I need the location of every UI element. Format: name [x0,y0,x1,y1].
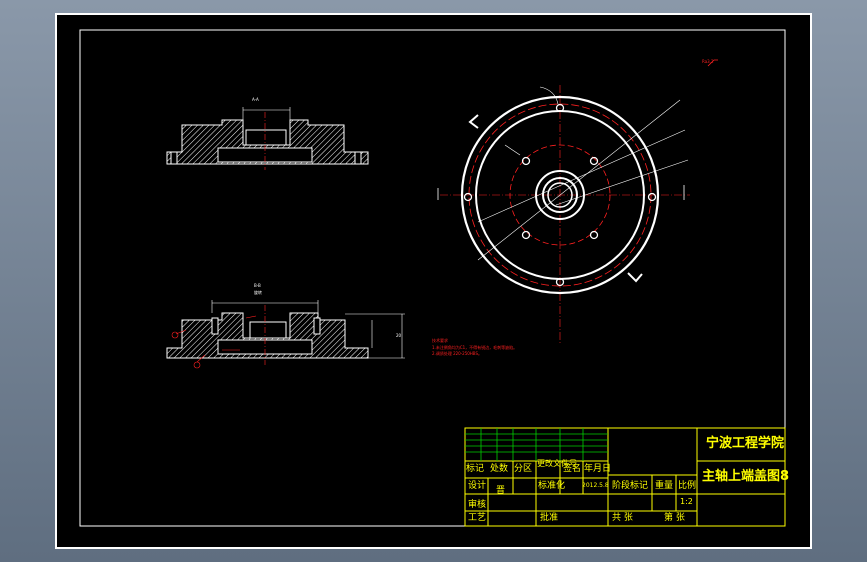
plan-bolt-hole [463,192,473,202]
plan-view [437,59,718,345]
section-view-bb [166,300,405,369]
tech-note-2: 2.调质处理 220-250HBS。 [432,351,483,356]
section-aa-label: A-A [252,97,259,102]
tb-review-label: 审核 [468,500,487,510]
section-bb-tap-right [313,317,321,335]
section-bb-rotated-label: 旋转 [254,290,262,295]
tb-date-value: 2012.5.8 [582,482,609,489]
tb-standardize-label: 标准化 [538,481,566,491]
section-bb-tap-left [211,317,219,335]
section-bb-label: B-B [254,283,261,288]
tb-count-header: 处数 [490,464,509,474]
drawing-frame [79,29,786,527]
tb-scale-label: 比例 [678,481,697,491]
tb-stage-mark-label: 阶段标记 [612,481,649,491]
tb-weight-label: 重量 [655,481,674,491]
section-bb-inner-step [249,321,287,339]
section-view-aa [166,107,369,170]
plan-tap-hole [521,230,531,240]
tb-scale-value: 1:2 [680,497,693,506]
tb-mark-header: 标记 [466,464,485,474]
institution-name: 宁波工程学院 [706,436,785,451]
height-dimension: 20 [396,333,402,338]
tech-notes-heading: 技术要求 [432,338,448,343]
tech-note-1: 1.未注倒角均为C1，不得有锐边，毛刺等缺陷。 [432,345,518,350]
tb-process-label: 工艺 [468,513,487,523]
tb-sign-header: 签名 [563,464,582,474]
tb-approve-label: 批准 [540,513,559,523]
section-aa-inner-step [245,129,287,146]
roughness-tag: Ra3.2 [702,59,714,64]
tb-design-label: 设计 [468,481,487,491]
section-aa-bolt-left [170,151,178,165]
title-block-small-grid [465,428,608,461]
tb-zone-header: 分区 [514,464,533,474]
tb-date-header: 年月日 [584,464,612,474]
plan-tap-hole [589,230,599,240]
section-aa-bolt-right [354,151,362,165]
tb-designer-name: 晋 [496,486,506,496]
tb-sheet-no: 第 张 [664,513,685,523]
drawing-title: 主轴上端盖图8 [702,469,790,484]
tb-total-sheets: 共 张 [612,513,633,523]
plan-bolt-hole [647,192,657,202]
